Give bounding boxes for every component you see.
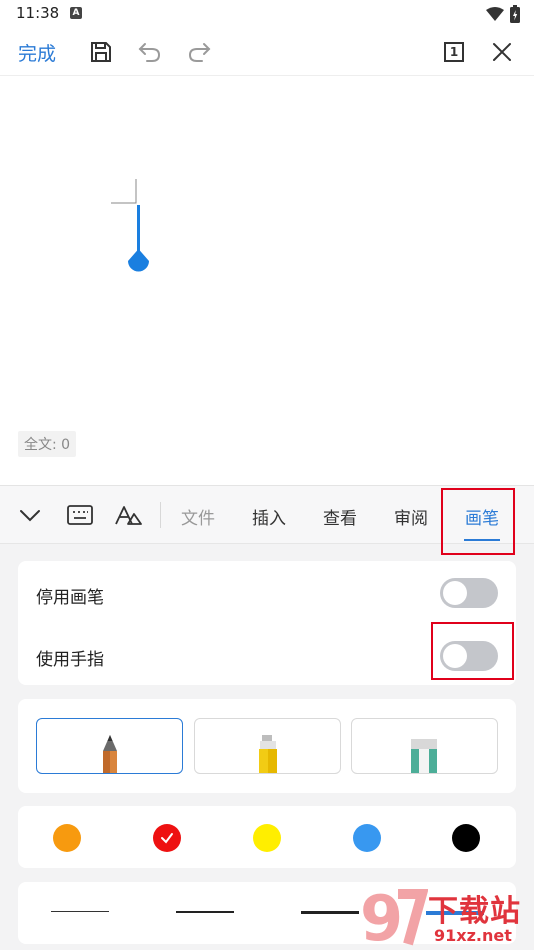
- chevron-down-icon[interactable]: [16, 501, 44, 529]
- eraser-option[interactable]: [351, 718, 498, 774]
- eraser-icon: [411, 739, 437, 773]
- text-cursor-handle[interactable]: [126, 205, 152, 277]
- thickness-medium[interactable]: [176, 911, 234, 913]
- color-swatch-red[interactable]: [153, 824, 181, 852]
- tab-insert[interactable]: 插入: [252, 504, 286, 529]
- status-time: 11:38: [16, 4, 60, 22]
- toggle-knob: [443, 581, 467, 605]
- pen-type-card: [18, 699, 516, 793]
- watermark-brand: 下载站: [428, 894, 521, 929]
- battery-icon: [510, 5, 520, 23]
- watermark-logo: 9: [360, 884, 428, 950]
- word-count: 全文: 0: [18, 431, 77, 457]
- tab-divider: [160, 502, 161, 528]
- thickness-thin[interactable]: [51, 911, 109, 912]
- watermark-logo-digit: 9: [360, 884, 403, 950]
- checkmark-icon: [161, 833, 173, 844]
- tab-review[interactable]: 审阅: [394, 504, 428, 529]
- watermark-url: 91xz.net: [434, 926, 512, 945]
- top-toolbar: 完成 1: [0, 28, 534, 76]
- highlighter-icon: [259, 735, 277, 773]
- redo-icon[interactable]: [185, 38, 213, 66]
- keyboard-icon[interactable]: [66, 501, 94, 529]
- cursor-corner-marker: [111, 179, 137, 204]
- undo-icon[interactable]: [136, 38, 164, 66]
- highlighter-option[interactable]: [194, 718, 341, 774]
- ribbon-panel: 文件 插入 查看 审阅 画笔 停用画笔 使用手指: [0, 485, 534, 950]
- color-card: [18, 806, 516, 868]
- color-swatch-blue[interactable]: [353, 824, 381, 852]
- close-icon[interactable]: [488, 38, 516, 66]
- document-canvas[interactable]: 全文: 0: [0, 77, 534, 485]
- color-swatch-yellow[interactable]: [253, 824, 281, 852]
- disable-pen-label: 停用画笔: [36, 588, 104, 608]
- pencil-icon: [103, 735, 117, 773]
- text-format-icon[interactable]: [114, 501, 142, 529]
- color-swatch-orange[interactable]: [53, 824, 81, 852]
- pencil-option[interactable]: [36, 718, 183, 774]
- thickness-thick[interactable]: [301, 911, 359, 914]
- status-icons: [486, 5, 520, 23]
- page-count-icon[interactable]: 1: [440, 38, 468, 66]
- notification-icon: A: [70, 7, 82, 19]
- tab-file[interactable]: 文件: [181, 504, 215, 529]
- tab-view[interactable]: 查看: [323, 504, 357, 529]
- page-count-value: 1: [449, 45, 459, 59]
- done-button[interactable]: 完成: [18, 39, 56, 66]
- use-finger-label: 使用手指: [36, 650, 104, 670]
- site-watermark: 9 下载站 91xz.net: [358, 884, 534, 950]
- wifi-icon: [486, 7, 504, 21]
- status-bar: 11:38 A: [0, 0, 534, 28]
- color-swatch-black[interactable]: [452, 824, 480, 852]
- highlight-box-finger-toggle: [431, 622, 514, 680]
- highlight-box-pen-tab: [441, 488, 515, 555]
- screen: 11:38 A 完成 1 全文: 0 文件 插入 查看 审阅 画笔 停用画笔 使…: [0, 0, 534, 950]
- disable-pen-toggle[interactable]: [440, 578, 498, 608]
- save-icon[interactable]: [87, 38, 115, 66]
